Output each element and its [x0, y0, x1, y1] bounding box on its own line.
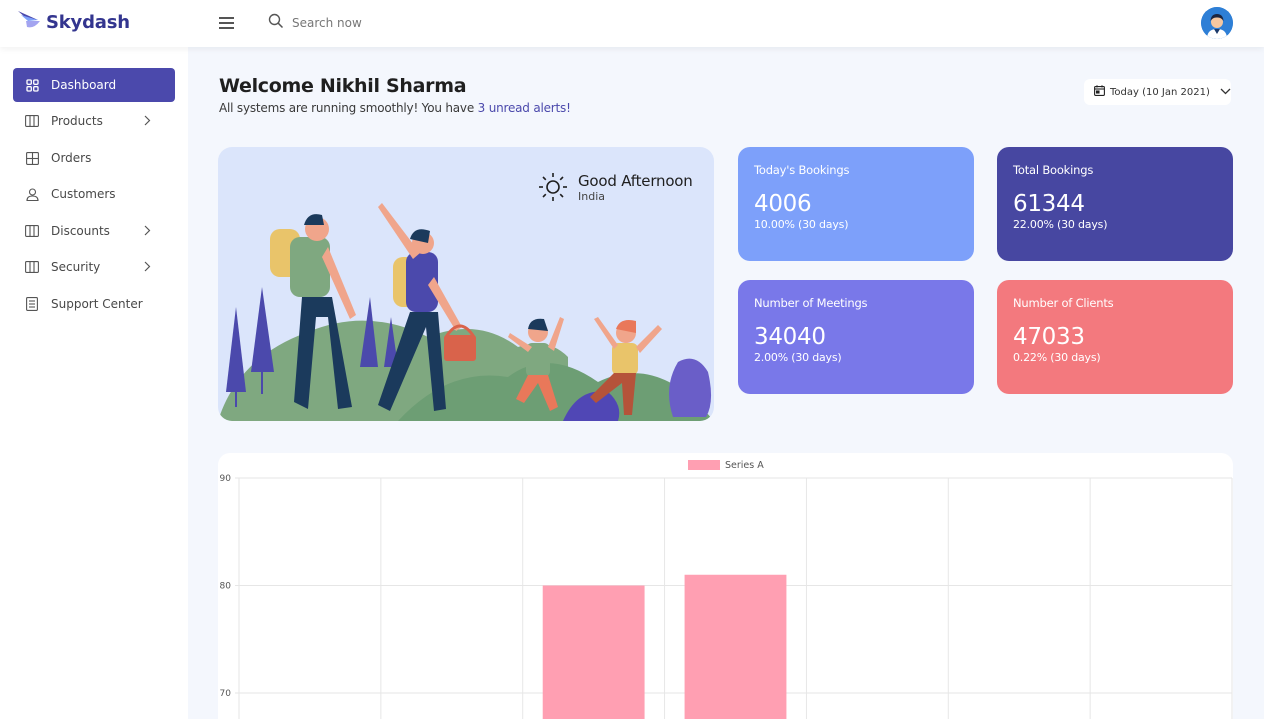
- legend-swatch: [688, 460, 720, 470]
- user-icon: [25, 187, 39, 201]
- sidebar-item-label: Security: [51, 260, 101, 274]
- sidebar-item-label: Customers: [51, 187, 116, 201]
- sidebar-item-label: Products: [51, 114, 103, 128]
- bar-chart-card: 90 80 70 Series A: [218, 453, 1233, 719]
- unread-alerts-link[interactable]: 3 unread alerts!: [478, 101, 571, 115]
- date-picker-button[interactable]: Today (10 Jan 2021): [1084, 79, 1231, 105]
- bar-chart: 90 80 70 Series A: [220, 460, 1233, 719]
- columns-icon: [25, 260, 39, 274]
- legend-label: Series A: [725, 460, 764, 471]
- sidebar-item-label: Dashboard: [51, 78, 117, 92]
- sidebar-item-orders[interactable]: Orders: [13, 141, 175, 175]
- avatar[interactable]: [1201, 7, 1233, 39]
- stat-label: Today's Bookings: [754, 163, 850, 177]
- document-icon: [25, 297, 39, 311]
- search-bar: [268, 13, 472, 33]
- weather-widget: Good Afternoon India: [538, 172, 693, 206]
- weather-location: India: [578, 190, 605, 203]
- stat-value: 4006: [754, 191, 812, 217]
- page-title: Welcome Nikhil Sharma: [219, 75, 467, 97]
- stat-change: 0.22% (30 days): [1013, 351, 1101, 364]
- chevron-right-icon: [144, 115, 151, 129]
- stat-label: Number of Meetings: [754, 296, 868, 310]
- stat-change: 2.00% (30 days): [754, 351, 842, 364]
- sidebar-item-label: Support Center: [51, 297, 143, 311]
- bar[interactable]: [684, 574, 787, 719]
- grid-icon: [25, 78, 39, 92]
- stat-card-total-bookings[interactable]: Total Bookings 61344 22.00% (30 days): [997, 147, 1233, 261]
- columns-icon: [25, 224, 39, 238]
- sun-icon: [538, 172, 568, 206]
- stat-label: Number of Clients: [1013, 296, 1114, 310]
- stat-value: 61344: [1013, 191, 1085, 217]
- search-input[interactable]: [292, 16, 472, 30]
- sidebar-item-products[interactable]: Products: [13, 104, 175, 138]
- sidebar-item-security[interactable]: Security: [13, 250, 175, 284]
- status-text: All systems are running smoothly! You ha…: [219, 101, 478, 115]
- columns-icon: [25, 114, 39, 128]
- stat-card-todays-bookings[interactable]: Today's Bookings 4006 10.00% (30 days): [738, 147, 974, 261]
- chevron-right-icon: [144, 225, 151, 239]
- weather-greeting: Good Afternoon: [578, 172, 693, 190]
- stat-change: 10.00% (30 days): [754, 218, 849, 231]
- stat-value: 47033: [1013, 324, 1085, 350]
- sidebar-item-customers[interactable]: Customers: [13, 177, 175, 211]
- table-icon: [25, 151, 39, 165]
- sidebar-item-label: Discounts: [51, 224, 110, 238]
- sidebar-item-discounts[interactable]: Discounts: [13, 214, 175, 248]
- sidebar-item-label: Orders: [51, 151, 92, 165]
- sidebar: Dashboard Products Orders Customers Disc…: [0, 47, 188, 719]
- menu-toggle-icon[interactable]: [219, 17, 234, 29]
- bar[interactable]: [542, 585, 645, 719]
- stat-label: Total Bookings: [1013, 163, 1094, 177]
- y-tick-label: 70: [220, 689, 232, 699]
- stat-card-number-of-clients[interactable]: Number of Clients 47033 0.22% (30 days): [997, 280, 1233, 394]
- calendar-icon: [1094, 85, 1105, 99]
- stat-value: 34040: [754, 324, 826, 350]
- status-message: All systems are running smoothly! You ha…: [219, 101, 571, 115]
- stat-change: 22.00% (30 days): [1013, 218, 1108, 231]
- top-bar: Skydash: [0, 0, 1264, 47]
- date-label: Today (10 Jan 2021): [1110, 86, 1210, 98]
- chevron-right-icon: [144, 261, 151, 275]
- search-icon[interactable]: [268, 13, 284, 33]
- sidebar-item-dashboard[interactable]: Dashboard: [13, 68, 175, 102]
- brand-name: Skydash: [46, 11, 130, 33]
- bird-logo-icon: [18, 9, 42, 35]
- sidebar-item-support-center[interactable]: Support Center: [13, 287, 175, 321]
- y-tick-label: 80: [220, 582, 232, 592]
- y-tick-label: 90: [220, 474, 232, 484]
- brand-logo[interactable]: Skydash: [18, 9, 130, 35]
- stat-card-number-of-meetings[interactable]: Number of Meetings 34040 2.00% (30 days): [738, 280, 974, 394]
- chevron-down-icon: [1220, 87, 1231, 98]
